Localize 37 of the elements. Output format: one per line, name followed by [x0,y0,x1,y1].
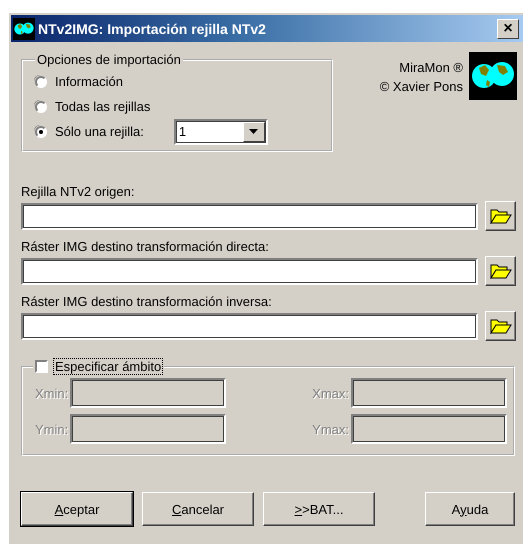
path-input-field[interactable] [21,258,478,284]
folder-icon [490,263,512,279]
radio-button[interactable] [35,100,47,112]
browse-button[interactable] [485,311,516,341]
dialog-button[interactable]: Ayuda [425,492,515,526]
app-icon [13,18,35,40]
dialog-button[interactable]: Cancelar [142,492,254,526]
credit-text: MiraMon ® [399,59,463,77]
caret-icon [249,129,258,134]
grid-dropdown[interactable]: 1 [174,118,268,144]
path-input-field[interactable] [21,312,478,340]
dropdown-arrow-button[interactable] [242,122,265,142]
coordinate-label: Ymin: [35,422,68,436]
coordinate-label: Ymax: [312,422,349,436]
coordinate-label: Xmax: [312,386,349,400]
dialog-button[interactable]: >>BAT... [263,492,375,526]
close-button[interactable]: × [497,18,519,38]
credit-text: © Xavier Pons [380,78,463,96]
radio-button[interactable] [35,126,47,138]
folder-icon [490,208,512,224]
globe-logo-icon [469,52,517,100]
browse-button[interactable] [485,256,516,286]
field-label: Ráster IMG destino transformación inversa: [21,294,273,309]
group-title: Opciones de importación [36,52,182,67]
radio-label[interactable]: Sólo una rejilla: [55,124,144,139]
dropdown-value: 1 [178,124,188,139]
window-title: NTv2IMG: Importación rejilla NTv2 [38,20,267,36]
coordinate-label: Xmin: [35,386,68,400]
path-input-field[interactable] [21,202,478,230]
folder-icon [490,318,512,334]
dialog-button[interactable]: Aceptar [21,492,133,526]
radio-label[interactable]: Información [55,74,123,89]
field-label: Ráster IMG destino transformación directa: [21,239,270,254]
browse-button[interactable] [485,201,516,231]
radio-button[interactable] [35,76,47,88]
radio-label[interactable]: Todas las rejillas [55,99,150,114]
field-label: Rejilla NTv2 origen: [21,184,136,199]
